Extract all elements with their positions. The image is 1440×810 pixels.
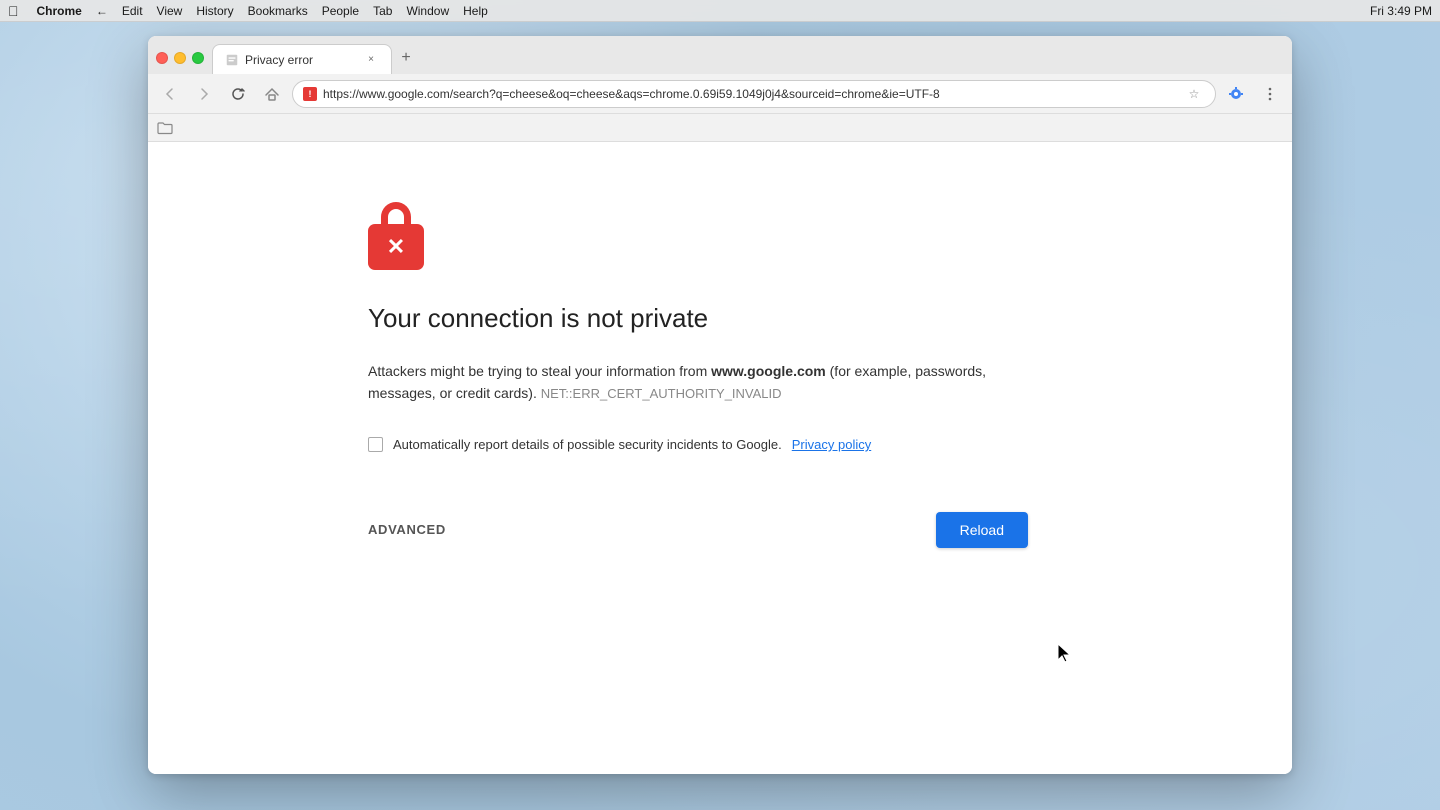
privacy-policy-link[interactable]: Privacy policy xyxy=(792,437,871,452)
title-bar: Privacy error × + xyxy=(148,36,1292,74)
checkbox-label: Automatically report details of possible… xyxy=(393,437,782,452)
lock-x-symbol: ✕ xyxy=(387,236,405,258)
tab-title: Privacy error xyxy=(245,53,357,67)
error-icon-container: ✕ xyxy=(368,202,428,270)
menubar-file[interactable]: ← xyxy=(96,4,108,18)
security-report-checkbox[interactable] xyxy=(368,437,383,452)
reload-page-button[interactable]: Reload xyxy=(936,512,1028,548)
forward-icon xyxy=(196,86,212,102)
more-icon xyxy=(1262,86,1278,102)
security-error-icon: ! xyxy=(303,87,317,101)
checkbox-row: Automatically report details of possible… xyxy=(368,437,871,452)
traffic-lights xyxy=(156,52,204,64)
more-button[interactable] xyxy=(1256,80,1284,108)
menubar-edit[interactable]: Edit xyxy=(122,4,143,18)
browser-window: Privacy error × + xyxy=(148,36,1292,774)
lock-error-icon: ✕ xyxy=(368,202,428,270)
back-button[interactable] xyxy=(156,80,184,108)
apple-logo-icon[interactable]:  xyxy=(8,3,19,19)
tab-bar: Privacy error × + xyxy=(212,44,1284,74)
maximize-button[interactable] xyxy=(192,52,204,64)
menubar-right: Fri 3:49 PM xyxy=(1370,4,1432,18)
chrome-menu-icon xyxy=(1228,86,1244,102)
menubar-window[interactable]: Window xyxy=(406,4,449,18)
menubar-time: Fri 3:49 PM xyxy=(1370,4,1432,18)
error-heading: Your connection is not private xyxy=(368,302,708,336)
menubar-people[interactable]: People xyxy=(322,4,359,18)
new-tab-button[interactable]: + xyxy=(392,44,420,72)
bookmarks-folder-button[interactable] xyxy=(156,119,174,137)
back-icon xyxy=(162,86,178,102)
error-body: Attackers might be trying to steal your … xyxy=(368,360,988,405)
bookmarks-bar xyxy=(148,114,1292,142)
home-button[interactable] xyxy=(258,80,286,108)
chrome-menu-button[interactable] xyxy=(1222,80,1250,108)
buttons-row: ADVANCED Reload xyxy=(368,512,1028,548)
close-button[interactable] xyxy=(156,52,168,64)
menubar-view[interactable]: View xyxy=(157,4,183,18)
menubar-history[interactable]: History xyxy=(196,4,233,18)
menubar-app-name[interactable]: Chrome xyxy=(37,4,82,18)
menubar-help[interactable]: Help xyxy=(463,4,488,18)
address-actions: ☆ xyxy=(1183,83,1205,105)
menubar-left:  Chrome ← Edit View History Bookmarks P… xyxy=(8,3,488,19)
advanced-button[interactable]: ADVANCED xyxy=(368,514,446,545)
folder-icon xyxy=(157,121,173,135)
forward-button[interactable] xyxy=(190,80,218,108)
address-bar[interactable]: ! https://www.google.com/search?q=cheese… xyxy=(292,80,1216,108)
tab-close-button[interactable]: × xyxy=(363,52,379,68)
page-content: ✕ Your connection is not private Attacke… xyxy=(148,142,1292,774)
reload-icon xyxy=(230,86,246,102)
toolbar: ! https://www.google.com/search?q=cheese… xyxy=(148,74,1292,114)
active-tab[interactable]: Privacy error × xyxy=(212,44,392,74)
minimize-button[interactable] xyxy=(174,52,186,64)
menubar-bookmarks[interactable]: Bookmarks xyxy=(248,4,308,18)
url-text: https://www.google.com/search?q=cheese&o… xyxy=(323,87,1177,101)
menubar-tab[interactable]: Tab xyxy=(373,4,392,18)
bookmark-button[interactable]: ☆ xyxy=(1183,83,1205,105)
reload-button[interactable] xyxy=(224,80,252,108)
tab-page-icon xyxy=(225,53,239,67)
home-icon xyxy=(264,86,280,102)
menu-bar:  Chrome ← Edit View History Bookmarks P… xyxy=(0,0,1440,22)
